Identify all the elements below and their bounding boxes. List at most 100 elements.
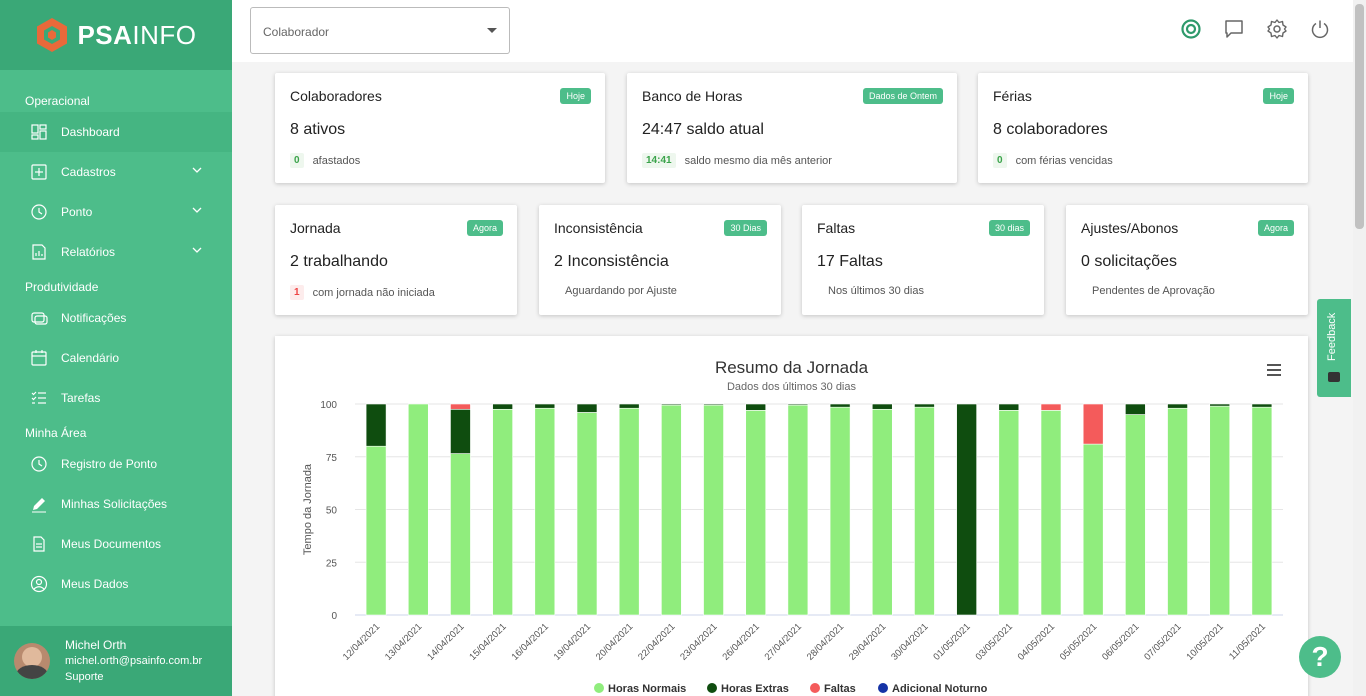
sidebar-item-label: Ponto [61,205,93,219]
chevron-down-icon [192,247,202,253]
clock-icon [30,455,48,473]
help-button[interactable]: ? [1299,636,1341,678]
bar-segment [618,403,640,409]
x-tick-label: 03/05/2021 [974,621,1015,662]
feedback-tab[interactable]: Feedback [1317,299,1351,397]
clock-icon [30,203,48,221]
sidebar-item-label: Cadastros [61,165,116,179]
bar-segment [618,407,640,616]
sidebar-item-dashboard[interactable]: Dashboard [0,112,232,152]
bar-segment [365,403,387,447]
card-title: Inconsistência [554,220,643,236]
user-profile[interactable]: Michel Orth michel.orth@psainfo.com.br S… [0,626,232,696]
sidebar-item-minhas-solicitacoes[interactable]: Minhas Solicitações [0,484,232,524]
y-tick-label: 25 [326,558,338,569]
bar-segment [407,403,429,616]
x-tick-label: 30/04/2021 [889,621,930,662]
x-tick-label: 11/05/2021 [1227,621,1268,662]
sidebar-item-label: Tarefas [61,391,101,405]
sidebar-item-tarefas[interactable]: Tarefas [0,378,232,418]
sidebar-item-notificacoes[interactable]: Notificações [0,298,232,338]
chevron-down-icon [192,207,202,213]
logo[interactable]: PSAINFO [0,0,232,70]
card-ferias[interactable]: Férias Hoje 8 colaboradores 0 com férias v… [978,73,1308,183]
bar-segment [1040,410,1062,616]
card-footer-text: com férias vencidas [1015,154,1113,167]
card-value: 8 ativos [290,121,346,138]
card-title: Banco de Horas [642,88,743,104]
colaborador-select[interactable]: Colaborador [250,7,510,54]
bar-segment [576,412,598,616]
tasks-icon [30,389,48,407]
user-circle-icon [30,575,48,593]
bar-segment [745,403,767,411]
legend-marker [594,683,604,693]
target-icon[interactable] [1180,18,1202,40]
card-footer-text: Nos últimos 30 dias [828,285,924,297]
bar-segment [1125,403,1146,415]
card-title: Ajustes/Abonos [1081,220,1179,236]
card-colaboradores[interactable]: Colaboradores Hoje 8 ativos 0 afastados [275,73,605,183]
sidebar-item-meus-dados[interactable]: Meus Dados [0,564,232,604]
bar-segment [1251,403,1273,408]
bar-segment [1209,403,1231,407]
feedback-label: Feedback [1326,312,1338,361]
card-faltas[interactable]: Faltas 30 dias 17 Faltas Nos últimos 30 d… [802,205,1044,315]
sidebar-item-relatorios[interactable]: Relatórios [0,232,232,272]
sidebar-item-calendario[interactable]: Calendário [0,338,232,378]
pen-icon [30,495,48,513]
sidebar-item-label: Meus Documentos [61,537,162,551]
card-badge: Agora [466,220,503,236]
bar-segment [998,410,1020,616]
x-tick-label: 19/04/2021 [552,621,593,662]
scrollbar-thumb[interactable] [1355,4,1364,229]
settings-icon[interactable] [1266,18,1288,40]
chat-icon[interactable] [1223,18,1245,40]
sidebar-item-registro-de-ponto[interactable]: Registro de Ponto [0,444,232,484]
sidebar-item-meus-documentos[interactable]: Meus Documentos [0,524,232,564]
x-tick-label: 29/04/2021 [847,621,888,662]
bar-segment [1082,443,1104,616]
sidebar-item-label: Relatórios [61,245,116,259]
user-name: Michel Orth [65,638,127,652]
chart-card: Resumo da Jornada Dados dos últimos 30 d… [275,336,1308,696]
x-tick-label: 13/04/2021 [383,621,424,662]
card-title: Jornada [290,220,341,236]
bar-segment [450,453,471,616]
nav-section-label: Minha Área [25,426,87,440]
bar-segment [1082,403,1104,445]
card-jornada[interactable]: Jornada Agora 2 trabalhando 1 com jornada … [275,205,517,315]
bar-segment [450,408,471,454]
card-badge: Agora [1257,220,1294,236]
sidebar-item-cadastros[interactable]: Cadastros [0,152,232,192]
user-role: Suporte [65,671,104,683]
card-title: Colaboradores [290,88,382,104]
card-footer-text: saldo mesmo dia mês anterior [684,154,832,167]
y-tick-label: 0 [331,611,337,622]
card-title: Faltas [817,220,856,236]
bar-segment [1209,405,1231,616]
logo-hexagon-icon [37,18,68,52]
card-value: 17 Faltas [817,253,883,270]
x-tick-label: 15/04/2021 [467,621,508,662]
sidebar-item-ponto[interactable]: Ponto [0,192,232,232]
card-title: Férias [993,88,1032,104]
card-inconsistencia[interactable]: Inconsistência 30 Dias 2 Inconsistência A… [539,205,781,315]
card-chip: 1 [290,285,304,300]
avatar [14,643,50,679]
chevron-down-icon [192,167,202,173]
page-scrollbar[interactable] [1353,0,1366,696]
card-value: 0 solicitações [1081,253,1178,270]
x-tick-label: 05/05/2021 [1058,621,1099,662]
power-icon[interactable] [1309,18,1331,40]
feedback-icon [1328,372,1340,382]
card-value: 2 Inconsistência [554,253,669,270]
bar-segment [787,404,809,616]
card-banco-de-horas[interactable]: Banco de Horas Dados de Ontem 24:47 sald… [627,73,957,183]
card-ajustes-abonos[interactable]: Ajustes/Abonos Agora 0 solicitações Pende… [1066,205,1308,315]
card-value: 24:47 saldo atual [642,121,764,138]
sidebar-item-label: Minhas Solicitações [61,497,168,511]
y-tick-label: 75 [326,453,338,464]
bar-segment [998,403,1020,411]
card-badge: Hoje [560,88,591,104]
